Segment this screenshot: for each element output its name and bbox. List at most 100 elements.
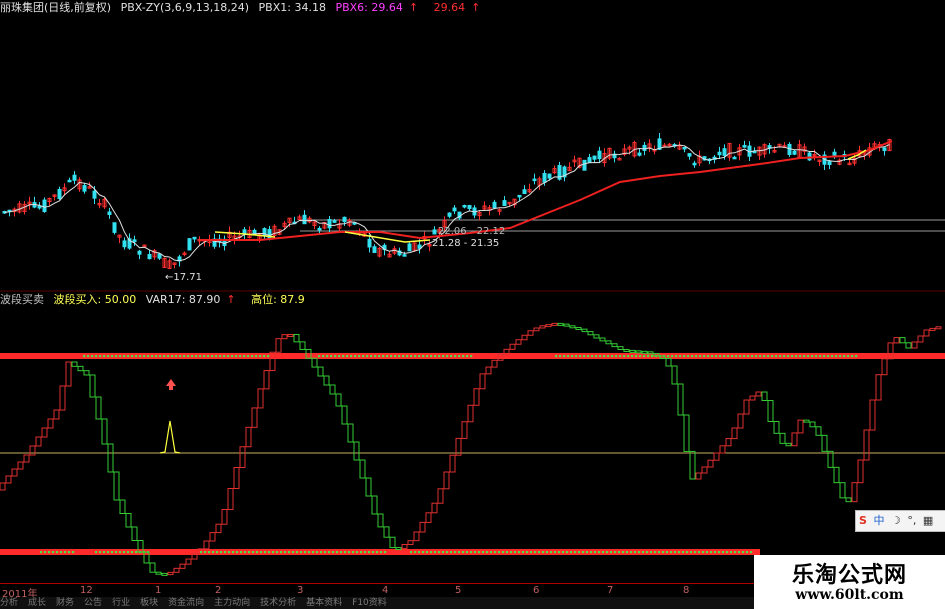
- green-dot: [199, 355, 202, 358]
- oscillator-bar: [461, 421, 468, 439]
- green-dot: [183, 355, 186, 358]
- oscillator-bar: [677, 383, 684, 416]
- oscillator-bar: [29, 445, 36, 456]
- green-dot: [558, 551, 561, 554]
- green-dot: [555, 355, 558, 358]
- bottom-tab[interactable]: 资金流向: [168, 598, 204, 608]
- date-axis-label: 8: [683, 585, 690, 596]
- green-dot: [326, 355, 329, 358]
- oscillator-bar: [551, 322, 558, 326]
- green-dot: [791, 355, 794, 358]
- bottom-tab[interactable]: 基本资料: [306, 598, 342, 608]
- oscillator-bar: [593, 334, 600, 339]
- candle-body: [72, 174, 77, 181]
- green-dot: [251, 355, 254, 358]
- oscillator-bar: [575, 326, 582, 330]
- green-dot: [200, 551, 203, 554]
- green-dot: [406, 355, 409, 358]
- oscillator-bar: [725, 438, 732, 447]
- oscillator-bar: [389, 536, 396, 549]
- green-dot: [550, 551, 553, 554]
- green-dot: [216, 551, 219, 554]
- green-dot: [352, 551, 355, 554]
- green-dot: [438, 355, 441, 358]
- green-dot: [111, 551, 114, 554]
- green-dot: [783, 355, 786, 358]
- oscillator-bar: [791, 432, 798, 447]
- oscillator-bar: [755, 391, 762, 397]
- oscillator-bar: [227, 488, 234, 510]
- green-dot: [151, 355, 154, 358]
- green-dot: [506, 551, 509, 554]
- indicator-title: 波段买卖: [0, 293, 44, 306]
- green-dot: [95, 355, 98, 358]
- green-dot: [296, 551, 299, 554]
- bottom-tab[interactable]: 主力动向: [214, 598, 250, 608]
- green-dot: [368, 551, 371, 554]
- bottom-tab[interactable]: F10资料: [352, 598, 387, 608]
- oscillator-bar: [419, 521, 426, 533]
- indicator-pane: [0, 322, 945, 576]
- green-dot: [48, 551, 51, 554]
- oscillator-bar: [335, 393, 342, 407]
- oscillator-bar: [539, 325, 546, 329]
- bottom-tab[interactable]: 公告: [84, 598, 102, 608]
- green-dot: [171, 355, 174, 358]
- ma-red-line: [200, 140, 893, 241]
- oscillator-bar: [395, 547, 402, 551]
- green-dot: [763, 355, 766, 358]
- green-dot: [426, 551, 429, 554]
- candle-body: [592, 155, 597, 160]
- green-dot: [446, 551, 449, 554]
- green-dot: [119, 355, 122, 358]
- candle-body: [122, 240, 127, 248]
- candle-body: [332, 220, 337, 223]
- candle-body: [517, 194, 522, 198]
- bottom-tab[interactable]: 成长: [28, 598, 46, 608]
- candle-body: [692, 162, 697, 166]
- oscillator-bar: [431, 502, 438, 514]
- moon-icon[interactable]: ☽: [891, 514, 901, 527]
- oscillator-bar: [383, 526, 390, 538]
- green-dot: [650, 551, 653, 554]
- green-dot: [819, 355, 822, 358]
- bottom-tab[interactable]: 板块: [140, 598, 158, 608]
- watermark-title: 乐淘公式网: [791, 563, 907, 588]
- green-dot: [674, 551, 677, 554]
- bottom-tab[interactable]: 财务: [56, 598, 74, 608]
- green-dot: [207, 355, 210, 358]
- green-dot: [394, 355, 397, 358]
- green-dot: [336, 551, 339, 554]
- ime-toolbar[interactable]: S 中 ☽ °, ▦: [855, 510, 945, 532]
- green-dot: [147, 355, 150, 358]
- green-dot: [328, 551, 331, 554]
- candle-body: [732, 156, 737, 160]
- green-dot: [647, 355, 650, 358]
- green-dot: [591, 355, 594, 358]
- candle-body: [372, 246, 377, 254]
- grid-icon[interactable]: ▦: [923, 514, 933, 527]
- bottom-tab[interactable]: 分析: [0, 598, 18, 608]
- green-dot: [99, 355, 102, 358]
- ime-logo-icon[interactable]: S: [859, 514, 867, 527]
- candle-body: [532, 178, 537, 182]
- oscillator-bar: [317, 366, 324, 377]
- green-dot: [715, 355, 718, 358]
- candle-body: [112, 222, 117, 233]
- bottom-tab[interactable]: 技术分析: [260, 598, 296, 608]
- oscillator-bar: [23, 454, 30, 463]
- oscillator-bar: [173, 567, 180, 573]
- oscillator-bar: [683, 414, 690, 452]
- bottom-tab[interactable]: 行业: [112, 598, 130, 608]
- green-dot: [574, 551, 577, 554]
- green-dot: [615, 355, 618, 358]
- green-dot: [730, 551, 733, 554]
- oscillator-bar: [311, 357, 318, 368]
- punctuation-toggle[interactable]: °,: [907, 514, 916, 527]
- green-dot: [236, 551, 239, 554]
- ime-mode-toggle[interactable]: 中: [873, 514, 884, 527]
- green-dot: [546, 551, 549, 554]
- oscillator-bar: [761, 391, 768, 401]
- green-dot: [342, 355, 345, 358]
- green-dot: [60, 551, 63, 554]
